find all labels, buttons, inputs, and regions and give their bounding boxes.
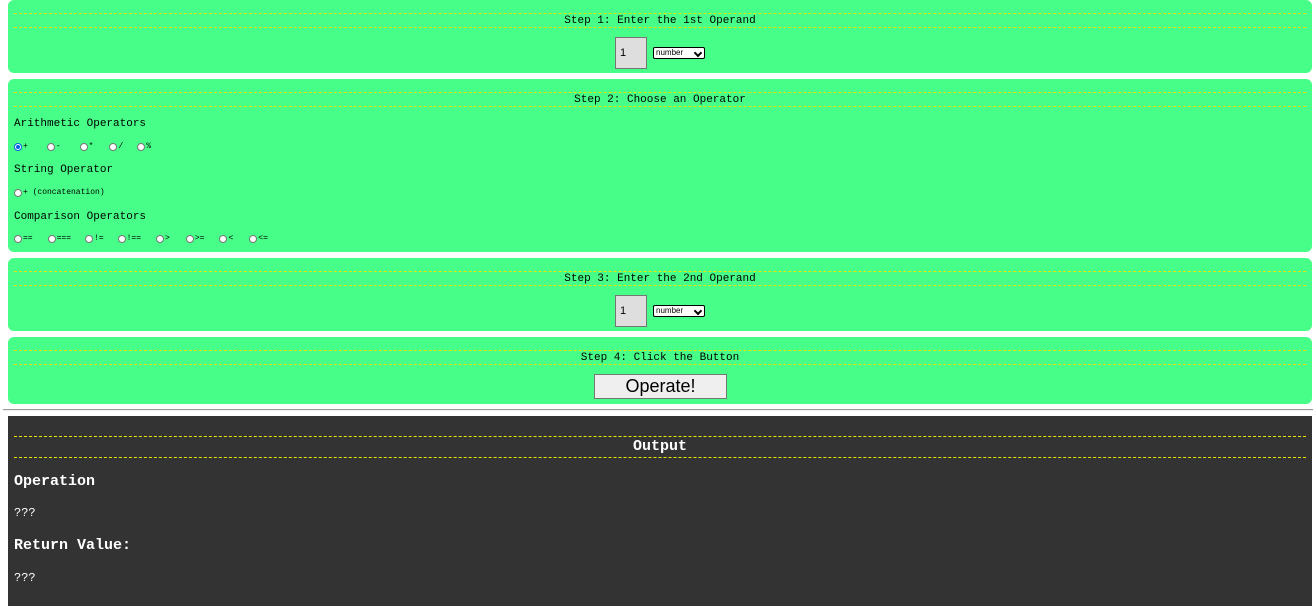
divider-bottom [14, 457, 1306, 458]
radio-button[interactable] [14, 143, 22, 151]
comparison-operators-label: Comparison Operators [14, 211, 147, 223]
option-label: > [165, 234, 170, 243]
divider-top [14, 271, 1306, 272]
operand2-type-select[interactable]: number [653, 305, 705, 317]
option-label: / [118, 142, 124, 151]
divider-top [14, 350, 1306, 351]
radio-option-minus[interactable]: - [46, 142, 61, 152]
radio-option-not-equal[interactable]: != [85, 234, 104, 244]
radio-button[interactable] [85, 235, 94, 243]
return-value-heading: Return Value: [14, 537, 132, 554]
divider-bottom [14, 285, 1306, 286]
operand1-type-select[interactable]: number [653, 47, 705, 59]
radio-option-plus[interactable]: + [14, 142, 28, 152]
divider-bottom [14, 106, 1306, 107]
radio-button[interactable] [46, 143, 55, 151]
radio-button[interactable] [14, 235, 22, 243]
return-value: ??? [14, 571, 36, 585]
radio-option-modulo[interactable]: % [137, 142, 151, 152]
comparison-operators-row: == === != !== > >= < <= [14, 234, 268, 244]
radio-button[interactable] [47, 235, 56, 243]
operand2-type-value: number [656, 306, 684, 315]
radio-option-strict-equal[interactable]: === [47, 234, 72, 244]
operand1-type-value: number [656, 48, 684, 57]
radio-button[interactable] [219, 235, 228, 243]
string-operator-label: String Operator [14, 164, 114, 176]
radio-option-less[interactable]: < [219, 234, 233, 244]
operation-value: ??? [14, 506, 36, 520]
step2-panel: Step 2: Choose an Operator Arithmetic Op… [8, 79, 1312, 252]
radio-option-greater[interactable]: > [156, 234, 170, 244]
radio-option-less-equal[interactable]: <= [249, 234, 268, 244]
divider-top [14, 92, 1306, 93]
option-label: + (concatenation) [23, 188, 105, 197]
divider-top [14, 13, 1306, 14]
option-label: !== [126, 234, 142, 243]
option-label: * [88, 142, 94, 151]
step1-operand-row: 1 number [8, 37, 1312, 69]
step3-panel: Step 3: Enter the 2nd Operand 1 number [8, 258, 1312, 331]
operate-button[interactable]: Operate! [594, 374, 727, 399]
radio-button[interactable] [109, 143, 118, 151]
chevron-down-icon [693, 48, 703, 58]
radio-option-strict-not-equal[interactable]: !== [117, 234, 142, 244]
step1-title: Step 1: Enter the 1st Operand [564, 15, 756, 27]
option-label: == [23, 234, 33, 243]
string-operator-row: + (concatenation) [14, 188, 105, 198]
radio-option-greater-equal[interactable]: >= [185, 234, 205, 244]
radio-button[interactable] [79, 143, 88, 151]
divider-top [14, 436, 1306, 437]
step2-title: Step 2: Choose an Operator [574, 94, 746, 106]
option-label: < [228, 234, 234, 243]
radio-option-equal[interactable]: == [14, 234, 33, 244]
arithmetic-operators-row: + - * / % [14, 142, 151, 152]
step4-title: Step 4: Click the Button [580, 352, 740, 364]
option-label: % [146, 142, 152, 151]
output-panel: Output Operation ??? Return Value: ??? [8, 416, 1312, 606]
operation-heading: Operation [14, 473, 96, 490]
radio-button[interactable] [137, 143, 146, 151]
divider-bottom [14, 364, 1306, 365]
radio-button[interactable] [14, 189, 22, 197]
radio-button[interactable] [156, 235, 165, 243]
radio-option-multiply[interactable]: * [79, 142, 94, 152]
option-label: - [55, 142, 61, 151]
operand1-input[interactable]: 1 [615, 37, 647, 69]
radio-button[interactable] [117, 235, 126, 243]
horizontal-rule [3, 409, 1313, 411]
option-label: === [56, 234, 72, 243]
option-label: >= [194, 234, 205, 243]
radio-option-divide[interactable]: / [109, 142, 123, 152]
step1-panel: Step 1: Enter the 1st Operand 1 number [8, 0, 1312, 73]
step3-operand-row: 1 number [8, 295, 1312, 327]
step3-title: Step 3: Enter the 2nd Operand [564, 273, 756, 285]
radio-button[interactable] [249, 235, 258, 243]
option-label: != [94, 234, 104, 243]
chevron-down-icon [693, 306, 703, 316]
option-label: <= [258, 234, 268, 243]
radio-option-concatenation[interactable]: + (concatenation) [14, 188, 105, 198]
operand2-input[interactable]: 1 [615, 295, 647, 327]
step4-panel: Step 4: Click the Button Operate! [8, 337, 1312, 404]
output-title: Output [632, 438, 687, 455]
option-label: + [23, 142, 28, 151]
divider-bottom [14, 27, 1306, 28]
arithmetic-operators-label: Arithmetic Operators [14, 118, 147, 130]
radio-button[interactable] [185, 235, 194, 243]
